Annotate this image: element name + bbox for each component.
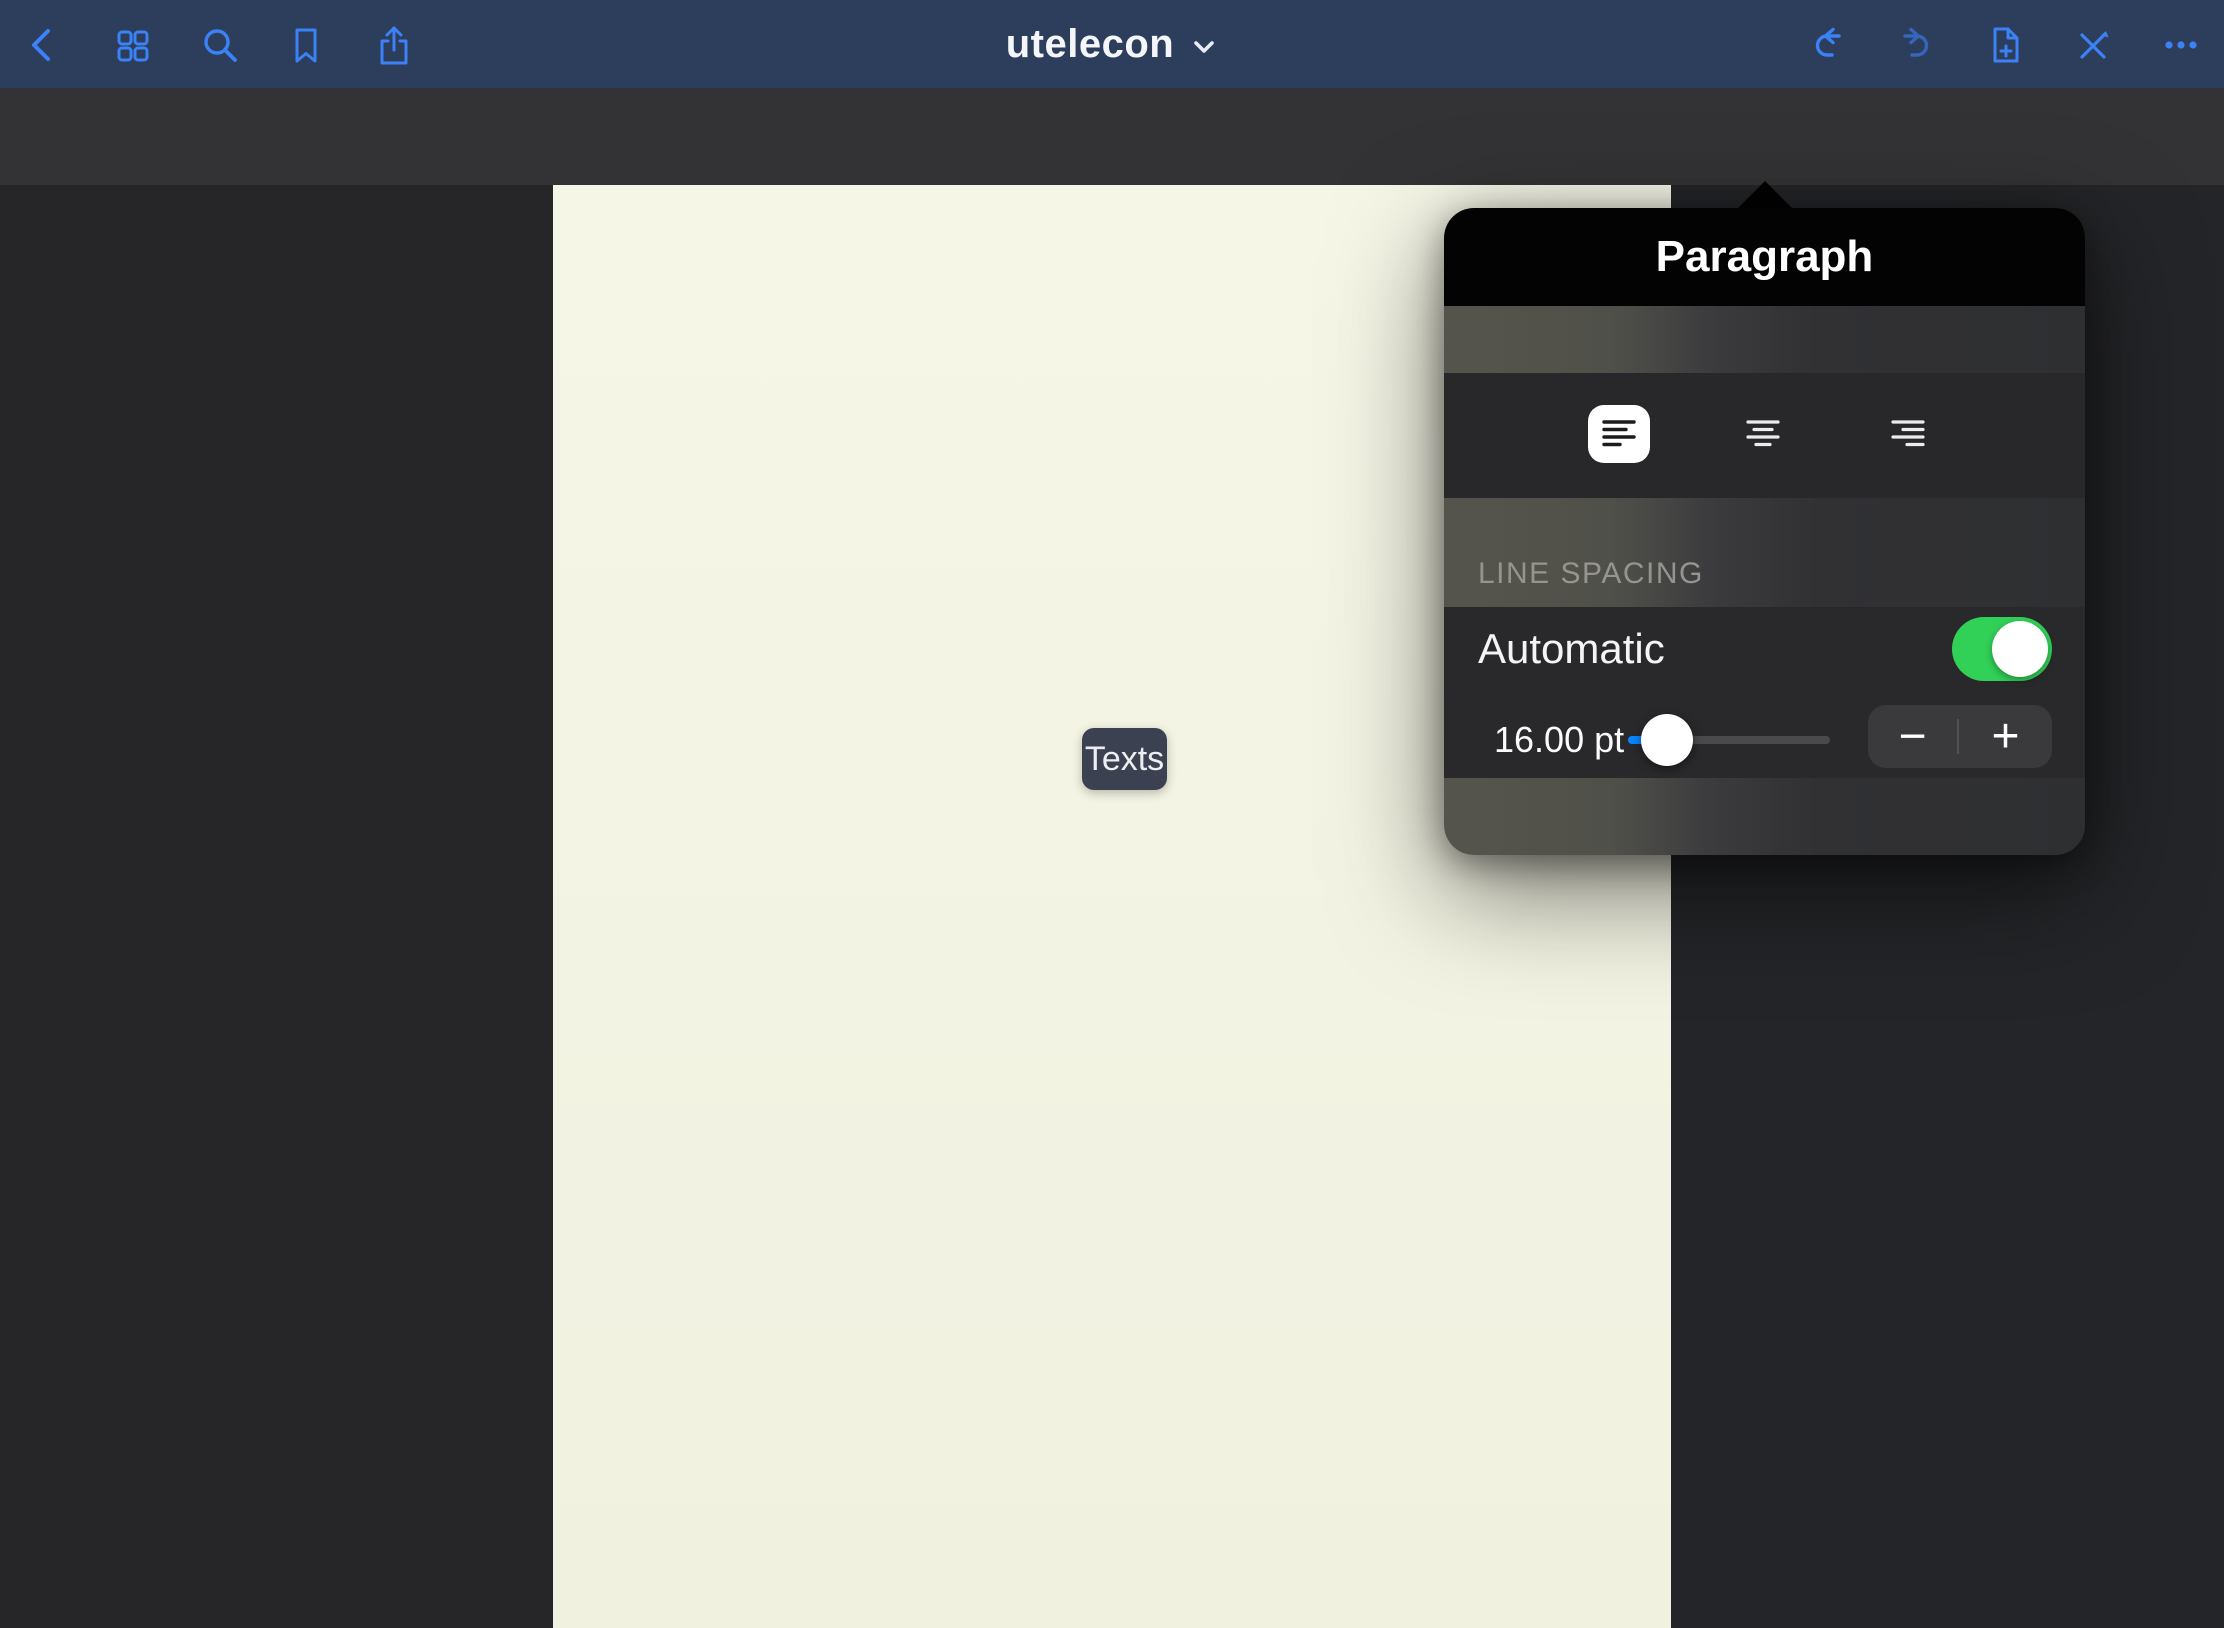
line-spacing-label: LINE SPACING	[1478, 557, 1704, 591]
popover-title: Paragraph	[1656, 232, 1874, 282]
end-editing-button[interactable]	[2070, 23, 2114, 67]
text-object[interactable]: Texts	[1082, 728, 1167, 790]
bookmark-button[interactable]	[284, 23, 328, 67]
more-button[interactable]	[2159, 23, 2203, 67]
align-right-button[interactable]	[1884, 410, 1932, 458]
popover-arrow	[1737, 181, 1793, 209]
tool-bar: T HiraginoSans-... 16	[0, 88, 2224, 185]
bookmark-icon	[284, 23, 328, 67]
automatic-toggle[interactable]	[1952, 617, 2052, 681]
grid-icon	[110, 23, 154, 67]
popover-footer	[1444, 778, 2085, 855]
spacing-stepper: − +	[1868, 705, 2052, 768]
stepper-divider	[1957, 719, 1959, 754]
back-chevron-icon	[21, 23, 65, 67]
share-button[interactable]	[372, 23, 416, 67]
align-left-icon	[1597, 412, 1641, 456]
document-title[interactable]: utelecon	[0, 0, 2224, 88]
undo-icon	[1806, 23, 1850, 67]
toggle-knob	[1992, 621, 2048, 677]
align-left-button[interactable]	[1588, 405, 1650, 463]
add-page-icon	[1982, 23, 2026, 67]
popover-spacer	[1444, 306, 2085, 373]
search-icon	[198, 23, 242, 67]
popover-header: Paragraph	[1444, 208, 2085, 306]
chevron-down-icon	[1190, 34, 1218, 60]
ellipsis-icon	[2159, 23, 2203, 67]
search-button[interactable]	[198, 23, 242, 67]
align-right-icon	[1886, 412, 1930, 456]
nav-bar: utelecon	[0, 0, 2224, 88]
spacing-increase-button[interactable]: +	[1961, 705, 2050, 768]
line-spacing-rows: Automatic 16.00 pt − +	[1444, 607, 2085, 778]
spacing-value: 16.00 pt	[1494, 719, 1624, 761]
align-center-button[interactable]	[1739, 410, 1787, 458]
automatic-label: Automatic	[1478, 625, 1665, 673]
thumbnails-button[interactable]	[110, 23, 154, 67]
line-spacing-section-header: LINE SPACING	[1444, 498, 2085, 607]
align-center-icon	[1741, 412, 1785, 456]
spacing-decrease-button[interactable]: −	[1868, 705, 1957, 768]
pen-cross-icon	[2070, 23, 2114, 67]
redo-button[interactable]	[1894, 23, 1938, 67]
page-title: utelecon	[1006, 22, 1174, 67]
share-icon	[372, 23, 416, 67]
redo-icon	[1894, 23, 1938, 67]
back-button[interactable]	[21, 23, 65, 67]
spacing-slider-thumb[interactable]	[1641, 714, 1693, 766]
alignment-row	[1444, 373, 2085, 498]
canvas-background-left	[0, 185, 553, 1628]
paragraph-popover: Paragraph	[1444, 208, 2085, 855]
add-page-button[interactable]	[1982, 23, 2026, 67]
undo-button[interactable]	[1806, 23, 1850, 67]
text-object-label: Texts	[1085, 740, 1164, 779]
